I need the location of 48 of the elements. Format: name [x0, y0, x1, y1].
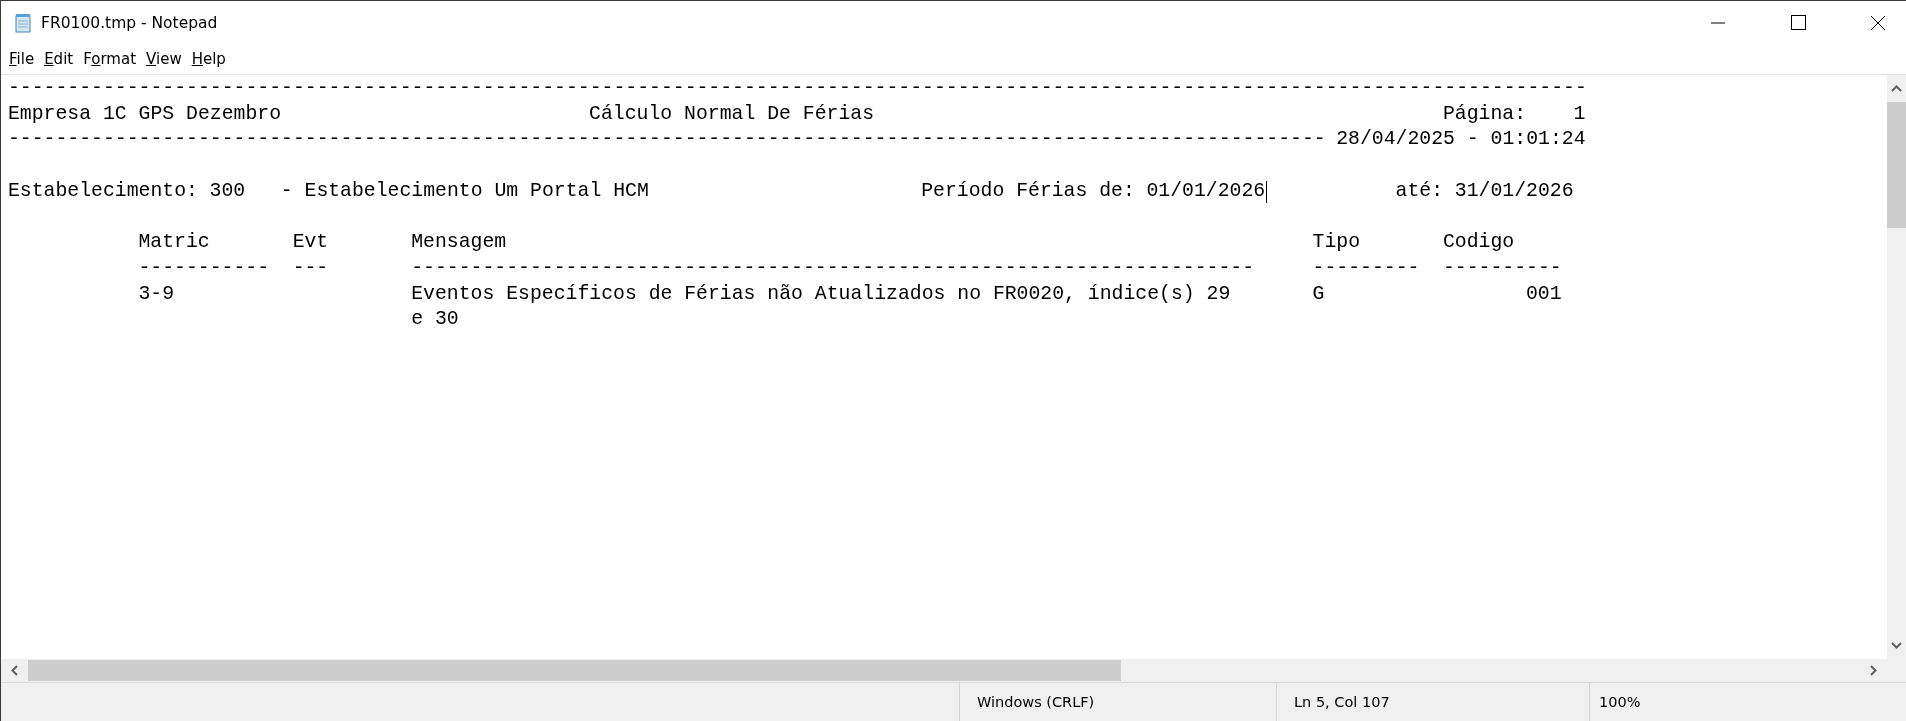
- period-end: 31/01/2026: [1454, 178, 1574, 204]
- column-header: Matric: [138, 230, 210, 256]
- page-number: 1: [1573, 101, 1586, 127]
- establishment-name: - Estabelecimento Um Portal HCM: [280, 178, 649, 204]
- scroll-left-icon[interactable]: [11, 665, 18, 676]
- separator-line: ---------------------------------------------------------------------------------------------------------------: [8, 127, 1326, 153]
- report-timestamp: 28/04/2025 - 01:01:24: [1336, 127, 1586, 153]
- scroll-up-icon[interactable]: [1891, 85, 1902, 92]
- separator-line: -------------------------------------------------------------------------------------------------------------------------------------: [8, 76, 1587, 101]
- period-end-label: até:: [1395, 178, 1444, 204]
- menu-item[interactable]: File: [5, 47, 39, 71]
- establishment-label: Estabelecimento:: [8, 178, 198, 204]
- table-cell-text: 001: [1525, 281, 1562, 307]
- column-header: Mensagem: [411, 230, 507, 256]
- column-header: Tipo: [1312, 230, 1360, 256]
- period-label: Período Férias de:: [921, 178, 1135, 204]
- scrollbar-thumb[interactable]: [28, 660, 1121, 681]
- table-cell-text: 3-9: [138, 281, 175, 307]
- establishment-code: 300: [209, 178, 246, 204]
- cursor-position-status: Ln 5, Col 107: [1294, 694, 1390, 710]
- window-title: FR0100.tmp - Notepad: [41, 13, 219, 32]
- message-text: e 30: [411, 307, 459, 333]
- zoom-status: 100%: [1599, 694, 1641, 710]
- column-rule: ---: [292, 255, 329, 281]
- menu-item[interactable]: View: [142, 47, 186, 71]
- maximize-icon[interactable]: [1790, 15, 1806, 30]
- column-rule: ---------: [1312, 255, 1420, 281]
- column-rule: -----------------------------------------------------------------------: [411, 255, 1255, 281]
- period-start: 01/01/2026: [1146, 178, 1266, 205]
- notepad-icon: [13, 12, 33, 33]
- scroll-down-icon[interactable]: [1891, 642, 1902, 649]
- minimize-icon[interactable]: [1711, 21, 1725, 24]
- column-header: Codigo: [1443, 230, 1515, 256]
- page-label: Página:: [1443, 101, 1527, 127]
- menu-item[interactable]: Format: [79, 47, 141, 71]
- message-text: Eventos Específicos de Férias não Atualizados no FR0020, índice(s) 29: [411, 281, 1231, 307]
- report-title: Cálculo Normal De Férias: [589, 101, 874, 127]
- scroll-right-icon[interactable]: [1870, 665, 1877, 676]
- table-cell-text: G: [1312, 281, 1325, 307]
- column-rule: ----------: [1443, 255, 1562, 281]
- line-ending-status: Windows (CRLF): [977, 694, 1095, 710]
- menu-item[interactable]: Help: [187, 47, 230, 71]
- menu-item[interactable]: Edit: [40, 47, 78, 71]
- company-name: Empresa 1C GPS Dezembro: [8, 101, 282, 127]
- scrollbar-thumb[interactable]: [1887, 102, 1906, 228]
- close-icon[interactable]: [1870, 14, 1886, 31]
- column-header: Evt: [292, 230, 329, 256]
- column-rule: -----------: [138, 255, 270, 281]
